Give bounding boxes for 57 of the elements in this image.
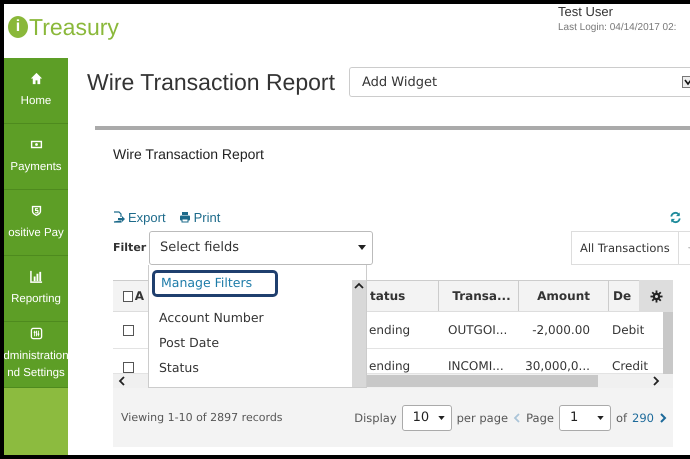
printer-icon	[178, 211, 191, 223]
export-link[interactable]: Export	[113, 210, 166, 224]
scroll-left-icon[interactable]	[118, 376, 126, 386]
column-header[interactable]: Amount	[518, 281, 608, 311]
user-name: Test User	[558, 5, 614, 19]
table-cell-text: ending	[368, 322, 412, 339]
table-header: A	[113, 281, 148, 311]
table-cell-text: Credit	[611, 358, 650, 373]
record-summary: Viewing 1-10 of 2897 records	[121, 411, 283, 424]
page-size-select[interactable]: 10	[402, 404, 452, 430]
display-label: Display	[354, 410, 397, 424]
table-cell-text: ending	[368, 358, 412, 373]
checkbox[interactable]	[123, 324, 134, 336]
checkbox[interactable]	[123, 290, 133, 302]
column-settings-button[interactable]	[639, 280, 673, 312]
last-page-link[interactable]: 290	[632, 410, 654, 424]
page-select[interactable]: 1	[558, 404, 611, 430]
table-cell-text: Debit	[611, 322, 646, 339]
bar-chart-icon	[30, 270, 42, 282]
refresh-icon[interactable]	[669, 210, 682, 224]
filter-label: Filter	[113, 241, 148, 254]
logo-text: Treasury	[29, 14, 119, 40]
page-label: Page	[526, 410, 554, 424]
table-cell-text: 30,000,0...	[524, 358, 591, 373]
next-page-icon[interactable]	[659, 412, 667, 422]
table-cell-text: -2,000.00	[531, 322, 591, 339]
table-cell-text: OUTGOI...	[447, 322, 508, 339]
logo-mark: i	[8, 16, 28, 38]
of-label: of	[616, 410, 628, 424]
card-title: Wire Transaction Report	[113, 146, 265, 164]
per-page-label: per page	[456, 410, 508, 424]
filter-select[interactable]: Select fields	[149, 230, 373, 264]
dropdown-option[interactable]: Account Number	[149, 305, 339, 330]
page-title: Wire Transaction Report	[87, 68, 336, 96]
home-icon	[30, 72, 42, 84]
dropdown-option[interactable]: Status	[149, 355, 339, 380]
table-cell-text: INCOMI...	[447, 358, 505, 373]
shield-dollar-icon	[30, 204, 42, 216]
caret-down-icon	[358, 245, 366, 250]
widget-select[interactable]: Add Widget	[349, 67, 690, 97]
caret-down-icon	[596, 416, 604, 420]
dropdown-option[interactable]: Post Date	[149, 330, 339, 355]
export-icon	[113, 211, 125, 223]
column-header[interactable]: Transa...	[438, 281, 518, 311]
print-link[interactable]: Print	[178, 210, 220, 224]
last-login: Last Login: 04/14/2017 02:	[558, 22, 676, 33]
dropdown-option[interactable]: Manage Filters	[152, 270, 278, 297]
gear-icon	[650, 290, 662, 302]
sliders-icon	[30, 327, 42, 340]
column-header[interactable]: De	[608, 281, 638, 311]
dropdown-scrollbar[interactable]	[352, 280, 366, 387]
scroll-right-icon[interactable]	[652, 376, 660, 386]
caret-down-icon	[438, 416, 445, 420]
chevron-up-icon	[354, 282, 364, 290]
transactions-select[interactable]: All Transactions	[571, 230, 690, 264]
vertical-scrollbar[interactable]	[663, 312, 673, 374]
checkbox[interactable]	[123, 362, 134, 373]
